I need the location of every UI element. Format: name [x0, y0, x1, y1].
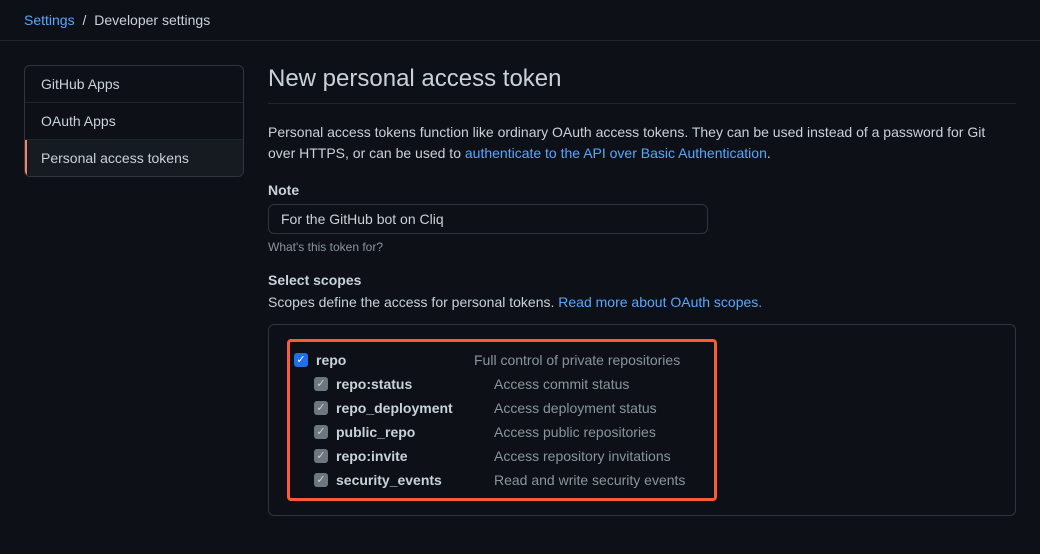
scope-row-repo-invite: ✓ repo:invite Access repository invitati… [294, 444, 706, 468]
checkbox-repo-invite[interactable]: ✓ [314, 449, 328, 463]
sidebar-item-oauth-apps[interactable]: OAuth Apps [25, 103, 243, 140]
description-end: . [767, 145, 771, 161]
scopes-box: ✓ repo Full control of private repositor… [268, 324, 1016, 516]
scope-desc-repo-deployment: Access deployment status [494, 400, 657, 416]
basic-auth-link[interactable]: authenticate to the API over Basic Authe… [465, 145, 767, 161]
scope-desc-public-repo: Access public repositories [494, 424, 656, 440]
breadcrumb: Settings / Developer settings [0, 0, 1040, 41]
scope-row-repo-deployment: ✓ repo_deployment Access deployment stat… [294, 396, 706, 420]
scope-desc-repo: Full control of private repositories [474, 352, 680, 368]
page-title: New personal access token [268, 65, 1016, 104]
scope-row-repo-status: ✓ repo:status Access commit status [294, 372, 706, 396]
repo-scope-highlight: ✓ repo Full control of private repositor… [287, 339, 717, 501]
checkbox-public-repo[interactable]: ✓ [314, 425, 328, 439]
main-content: New personal access token Personal acces… [268, 65, 1016, 516]
scopes-subtitle: Scopes define the access for personal to… [268, 294, 1016, 310]
scope-desc-repo-invite: Access repository invitations [494, 448, 671, 464]
breadcrumb-current: Developer settings [94, 12, 210, 28]
breadcrumb-parent-link[interactable]: Settings [24, 12, 75, 28]
oauth-scopes-link[interactable]: Read more about OAuth scopes. [558, 294, 762, 310]
scope-desc-security-events: Read and write security events [494, 472, 685, 488]
checkbox-security-events[interactable]: ✓ [314, 473, 328, 487]
scope-name-repo-deployment: repo_deployment [336, 400, 486, 416]
checkbox-repo[interactable]: ✓ [294, 353, 308, 367]
sidebar-item-personal-access-tokens[interactable]: Personal access tokens [25, 140, 243, 176]
scope-name-repo-invite: repo:invite [336, 448, 486, 464]
breadcrumb-separator: / [82, 12, 86, 28]
note-label: Note [268, 182, 1016, 198]
sidebar-item-github-apps[interactable]: GitHub Apps [25, 66, 243, 103]
page-description: Personal access tokens function like ord… [268, 122, 1016, 164]
checkbox-repo-status[interactable]: ✓ [314, 377, 328, 391]
scope-name-repo: repo [316, 352, 466, 368]
scope-name-security-events: security_events [336, 472, 486, 488]
scope-row-security-events: ✓ security_events Read and write securit… [294, 468, 706, 492]
scope-name-public-repo: public_repo [336, 424, 486, 440]
note-hint: What's this token for? [268, 240, 1016, 254]
checkbox-repo-deployment[interactable]: ✓ [314, 401, 328, 415]
scope-name-repo-status: repo:status [336, 376, 486, 392]
sidebar: GitHub Apps OAuth Apps Personal access t… [24, 65, 244, 516]
scopes-heading: Select scopes [268, 272, 1016, 288]
note-input[interactable] [268, 204, 708, 234]
sidebar-menu: GitHub Apps OAuth Apps Personal access t… [24, 65, 244, 177]
scope-desc-repo-status: Access commit status [494, 376, 629, 392]
scope-row-public-repo: ✓ public_repo Access public repositories [294, 420, 706, 444]
scope-row-repo: ✓ repo Full control of private repositor… [294, 348, 706, 372]
scopes-subtitle-text: Scopes define the access for personal to… [268, 294, 558, 310]
